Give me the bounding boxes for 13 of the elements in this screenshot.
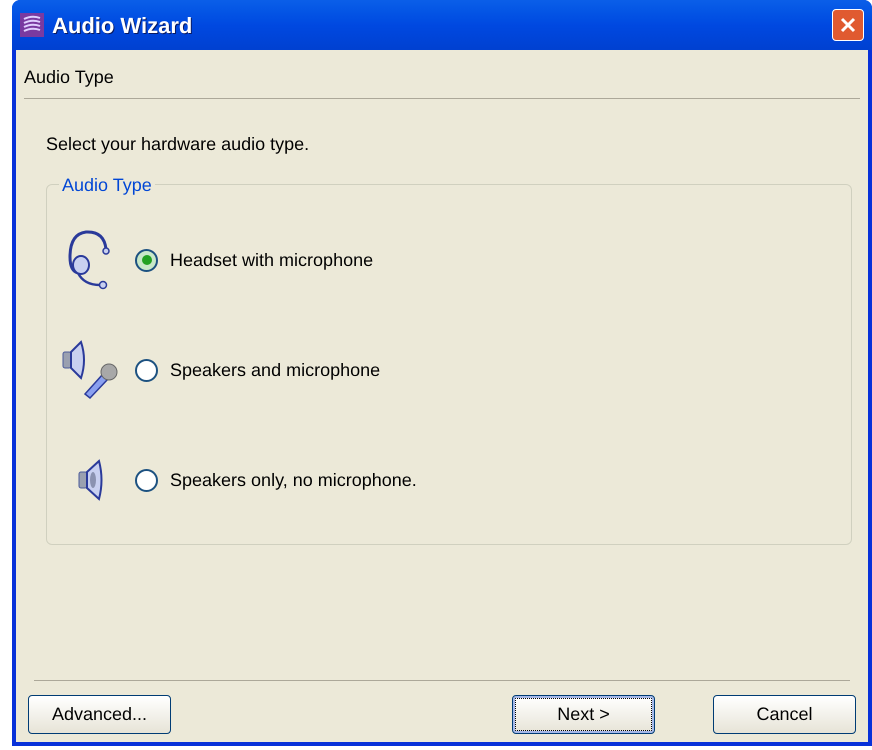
dialog-button[interactable]: Next > (512, 695, 655, 734)
window-title: Audio Wizard (52, 12, 192, 40)
radio-option[interactable]: Speakers only, no microphone. (135, 466, 417, 494)
radio-option[interactable]: Headset with microphone (135, 246, 374, 274)
close-button[interactable] (832, 9, 864, 41)
dialog-button[interactable]: Advanced... (28, 695, 171, 734)
instruction-text: Select your hardware audio type. (46, 133, 310, 156)
page-title: Audio Type (24, 66, 115, 89)
radio-option[interactable]: Speakers and microphone (135, 356, 380, 384)
app-logo-icon (20, 13, 44, 37)
speaker-icon (77, 458, 105, 502)
dialog-button[interactable]: Cancel (713, 695, 856, 734)
close-icon (839, 16, 857, 34)
